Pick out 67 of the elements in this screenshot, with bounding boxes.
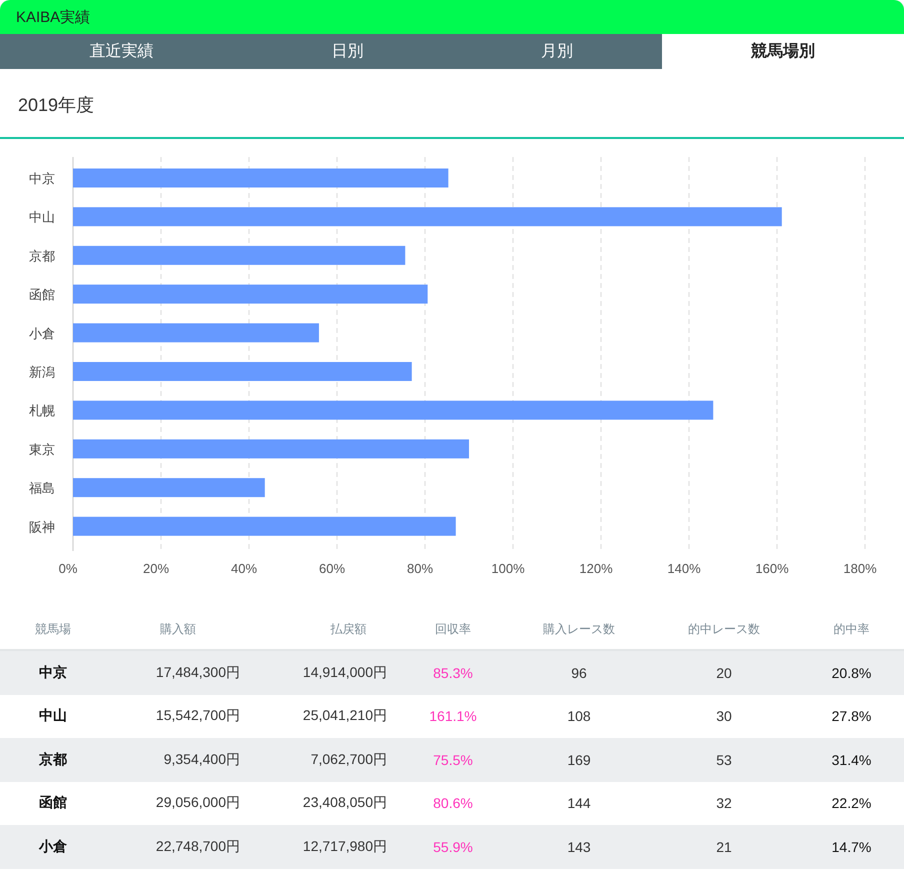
category-label: 新潟 [29, 364, 55, 380]
table-cell-text: 53 [715, 752, 733, 768]
table-cell-text: 7,062,700円 [310, 750, 388, 769]
column-header: 払戻額 [330, 620, 368, 638]
table-cell-text: 30 [715, 708, 733, 724]
table-cell-text: 20 [715, 664, 733, 681]
axis-tick-label: 0% [58, 561, 78, 576]
table-cell-text: 14,914,000円 [302, 664, 388, 682]
category-label: 中京 [29, 171, 55, 186]
app-title: KAIBA実績 [16, 8, 90, 26]
table-cell-text: 31.4% [830, 752, 872, 768]
table-cell-text: 15,542,700円 [154, 707, 241, 726]
table-cell-text: 75.5% [432, 752, 474, 768]
table-cell-text: 20.8% [830, 664, 872, 681]
table-cell-text: 14.7% [830, 838, 872, 855]
table-cell-text: 22.2% [830, 795, 872, 812]
category-label: 中山 [29, 210, 55, 225]
period-title: 2019年度 [18, 95, 94, 115]
column-header: 的中率 [832, 620, 870, 638]
category-label: 阪神 [29, 519, 55, 534]
axis-tick-label: 20% [142, 561, 170, 576]
axis-tick-label: 180% [843, 561, 877, 576]
table-cell-text: 中京 [38, 664, 68, 682]
table-cell-text: 9,354,400円 [162, 750, 241, 769]
table-cell-text: 55.9% [432, 838, 474, 855]
axis-tick-label: 120% [579, 561, 613, 576]
table-cell-text: 143 [566, 838, 592, 855]
category-label: 函館 [29, 287, 55, 302]
table-cell-text: 17,484,300円 [154, 664, 241, 682]
table-cell-text: 22,748,700円 [154, 838, 241, 856]
table-cell-text: 108 [566, 708, 592, 724]
column-header: 購入レース数 [542, 620, 616, 638]
column-header: 的中レース数 [687, 620, 761, 638]
table-cell-text: 144 [566, 795, 592, 812]
table-cell-text: 169 [566, 752, 592, 768]
axis-tick-label: 40% [230, 561, 258, 576]
table-cell-text: 25,041,210円 [302, 707, 388, 726]
category-label: 福島 [29, 480, 55, 496]
table-cell-text: 23,408,050円 [302, 794, 388, 812]
column-header: 回収率 [434, 620, 472, 638]
table-cell-text: 96 [570, 664, 588, 681]
table-cell-text: 161.1% [428, 708, 478, 724]
tab[interactable]: 月別 [452, 34, 662, 69]
category-label: 京都 [29, 248, 55, 264]
tab[interactable]: 日別 [243, 34, 452, 69]
table-cell-text: 29,056,000円 [154, 794, 241, 812]
table-cell-text: 京都 [38, 750, 68, 769]
column-header: 競馬場 [34, 620, 72, 638]
column-header: 購入額 [159, 620, 197, 638]
table-cell-text: 21 [715, 838, 733, 855]
table-cell-text: 中山 [38, 707, 68, 726]
table-cell-text: 32 [715, 795, 733, 812]
axis-tick-label: 60% [318, 561, 346, 576]
axis-tick-label: 80% [406, 561, 434, 576]
category-label: 小倉 [29, 326, 55, 341]
axis-tick-label: 160% [755, 561, 789, 576]
table-cell-text: 小倉 [38, 838, 68, 856]
table-cell-text: 27.8% [830, 708, 872, 724]
category-label: 東京 [29, 442, 55, 457]
axis-tick-label: 100% [491, 561, 525, 576]
table-cell-text: 80.6% [432, 795, 474, 812]
table-cell-text: 函館 [38, 794, 68, 812]
table-cell-text: 85.3% [432, 664, 474, 681]
table-cell-text: 12,717,980円 [302, 838, 388, 856]
tab[interactable]: 直近実績 [0, 34, 243, 69]
axis-tick-label: 140% [667, 561, 701, 576]
category-label: 札幌 [29, 403, 55, 418]
